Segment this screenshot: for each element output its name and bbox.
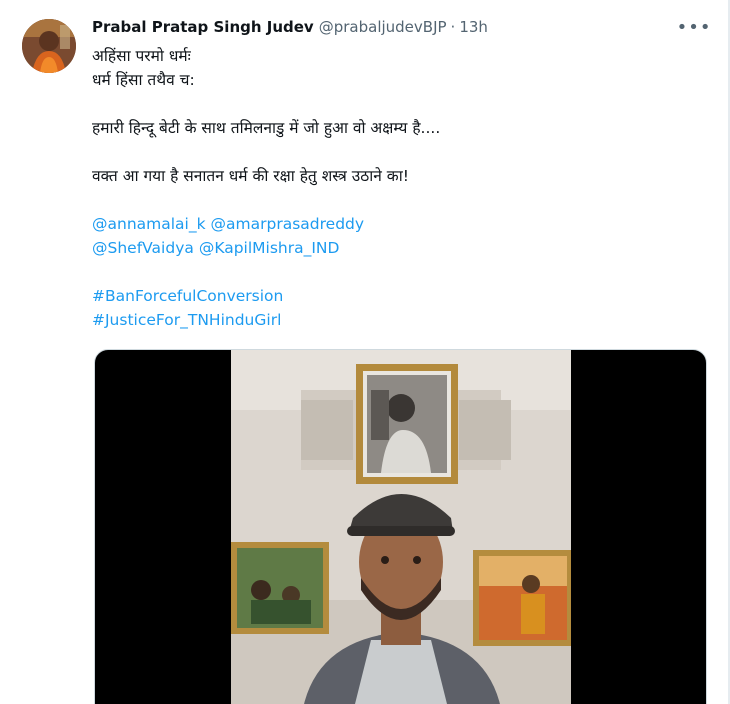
text-paragraph: वक्त आ गया है सनातन धर्म की रक्षा हेतु श… bbox=[92, 167, 409, 185]
separator-dot: · bbox=[450, 18, 456, 36]
author-handle[interactable]: @prabaljudevBJP bbox=[319, 18, 447, 36]
tweet-header: Prabal Pratap Singh Judev @prabaljudevBJ… bbox=[92, 16, 488, 38]
video-player[interactable] bbox=[94, 349, 707, 704]
tweet-card[interactable]: Prabal Pratap Singh Judev @prabaljudevBJ… bbox=[0, 0, 730, 704]
video-thumbnail bbox=[231, 350, 571, 704]
hashtag-link[interactable]: #BanForcefulConversion bbox=[92, 287, 283, 305]
tweet-timestamp[interactable]: 13h bbox=[459, 18, 488, 36]
author-name[interactable]: Prabal Pratap Singh Judev bbox=[92, 18, 314, 36]
text-line: धर्म हिंसा तथैव च: bbox=[92, 71, 195, 89]
avatar[interactable] bbox=[22, 19, 76, 73]
text-line: अहिंसा परमो धर्मः bbox=[92, 47, 191, 65]
mention-link[interactable]: @KapilMishra_IND bbox=[199, 239, 340, 257]
more-horizontal-icon: ••• bbox=[676, 16, 712, 38]
tweet-text: अहिंसा परमो धर्मः धर्म हिंसा तथैव च: हमा… bbox=[92, 44, 702, 332]
mention-link[interactable]: @amarprasadreddy bbox=[211, 215, 365, 233]
mention-link[interactable]: @annamalai_k bbox=[92, 215, 206, 233]
mention-link[interactable]: @ShefVaidya bbox=[92, 239, 194, 257]
video-frame bbox=[231, 350, 571, 704]
more-options-button[interactable]: ••• bbox=[677, 14, 711, 40]
hashtag-link[interactable]: #JusticeFor_TNHinduGirl bbox=[92, 311, 281, 329]
text-paragraph: हमारी हिन्दू बेटी के साथ तमिलनाडु में जो… bbox=[92, 119, 441, 137]
